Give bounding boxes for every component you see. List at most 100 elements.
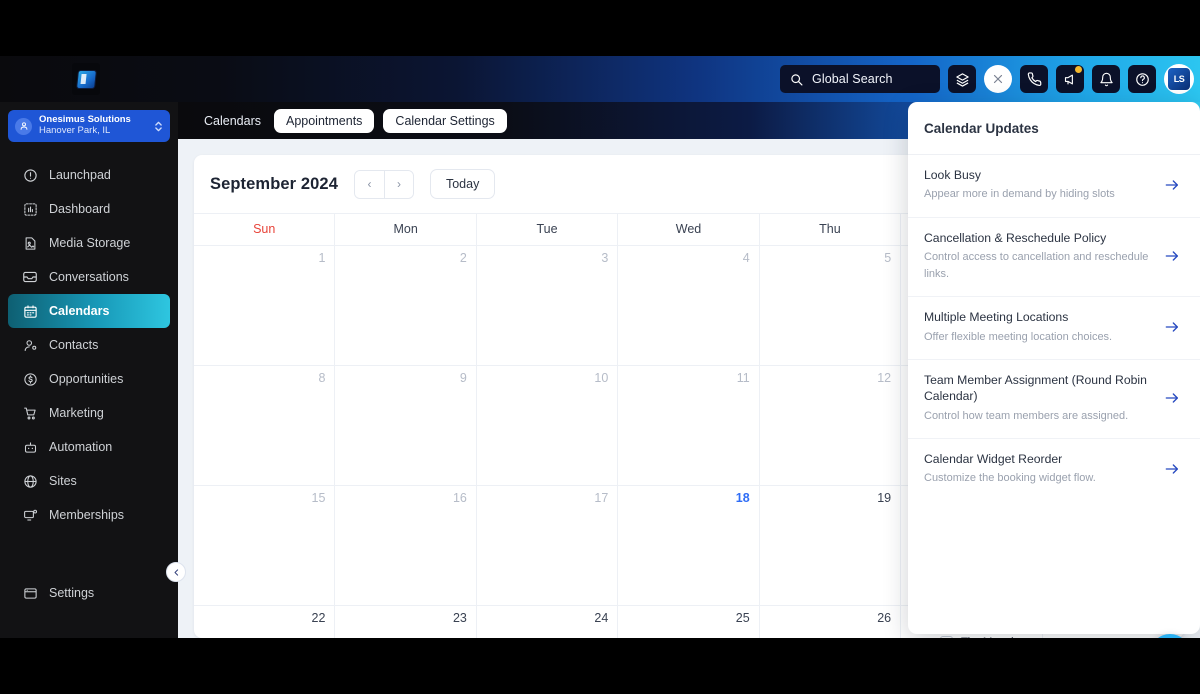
sidebar-item-label: Conversations xyxy=(49,270,129,284)
popup-list-item[interactable]: Multiple Meeting Locations Offer flexible… xyxy=(908,297,1200,360)
dow-wed: Wed xyxy=(618,214,760,245)
arrow-right-icon[interactable] xyxy=(1164,319,1186,335)
sidebar-item-contacts[interactable]: Contacts xyxy=(8,328,170,362)
calendar-day-number: 24 xyxy=(594,611,609,625)
search-icon xyxy=(790,73,803,86)
today-button[interactable]: Today xyxy=(429,169,496,199)
sidebar-item-media-storage[interactable]: Media Storage xyxy=(8,226,170,260)
calendar-day-number: 18 xyxy=(735,491,750,505)
calendar-day-cell[interactable]: 23 xyxy=(335,606,477,638)
chevron-left-icon xyxy=(172,568,181,577)
tab-calendar-settings[interactable]: Calendar Settings xyxy=(383,108,507,133)
calendar-day-number: 12 xyxy=(877,371,892,385)
calendar-day-number: 1 xyxy=(318,251,326,265)
calendar-day-cell[interactable]: 3 xyxy=(477,246,619,365)
next-month-button[interactable]: › xyxy=(383,170,413,198)
calendar-day-cell[interactable]: 2 xyxy=(335,246,477,365)
calendar-day-number: 10 xyxy=(594,371,609,385)
sidebar-item-launchpad[interactable]: Launchpad xyxy=(8,158,170,192)
month-nav-group: ‹ › xyxy=(353,169,414,199)
calendar-day-cell[interactable]: 5 xyxy=(760,246,902,365)
calendar-day-cell[interactable]: 10 xyxy=(477,366,619,485)
sidebar-item-label: Memberships xyxy=(49,508,125,522)
layers-icon[interactable] xyxy=(948,65,976,93)
arrow-right-icon[interactable] xyxy=(1164,248,1186,264)
sites-icon xyxy=(22,473,38,489)
calendar-day-cell[interactable]: 4 xyxy=(618,246,760,365)
global-search-input[interactable]: Global Search xyxy=(780,65,940,93)
popup-item-title: Multiple Meeting Locations xyxy=(924,310,1069,325)
calendar-day-cell[interactable]: 19 xyxy=(760,486,902,605)
calendar-day-cell[interactable]: 1 xyxy=(194,246,336,365)
popup-item-description: Control how team members are assigned. xyxy=(924,409,1129,422)
dow-sun: Sun xyxy=(194,214,336,245)
calendar-day-cell[interactable]: 24 xyxy=(477,606,619,638)
popup-item-list: Look Busy Appear more in demand by hiding… xyxy=(908,155,1200,500)
popup-item-text: Look Busy Appear more in demand by hiding… xyxy=(924,167,1154,204)
automation-icon xyxy=(22,439,38,455)
arrow-right-icon[interactable] xyxy=(1164,177,1186,193)
sidebar-settings-group: Settings xyxy=(0,576,178,610)
calendar-day-cell[interactable]: 22 xyxy=(194,606,336,638)
bell-icon[interactable] xyxy=(1092,65,1120,93)
sidebar-nav: Launchpad Dashboard Media Storage Conver… xyxy=(0,158,178,532)
sidebar-collapse-button[interactable] xyxy=(166,562,186,582)
popup-list-item[interactable]: Cancellation & Reschedule Policy Control … xyxy=(908,218,1200,298)
tab-calendars[interactable]: Calendars xyxy=(200,111,265,131)
sidebar-item-opportunities[interactable]: Opportunities xyxy=(8,362,170,396)
calendar-day-cell[interactable]: 18 xyxy=(618,486,760,605)
team-member-checkbox[interactable] xyxy=(940,636,953,638)
arrow-right-icon[interactable] xyxy=(1164,390,1186,406)
avatar[interactable]: LS xyxy=(1164,64,1194,94)
sidebar-item-label: Contacts xyxy=(49,338,99,352)
popup-list-item[interactable]: Team Member Assignment (Round Robin Cale… xyxy=(908,360,1200,439)
sidebar-item-memberships[interactable]: Memberships xyxy=(8,498,170,532)
phone-icon[interactable] xyxy=(1020,65,1048,93)
calendar-day-cell[interactable]: 25 xyxy=(618,606,760,638)
sidebar-item-marketing[interactable]: Marketing xyxy=(8,396,170,430)
calendar-day-cell[interactable]: 17 xyxy=(477,486,619,605)
sidebar-item-label: Opportunities xyxy=(49,372,124,386)
popup-header: Calendar Updates xyxy=(908,102,1200,155)
calendar-day-cell[interactable]: 11 xyxy=(618,366,760,485)
top-header-bar: Global Search LS xyxy=(0,56,1200,102)
sidebar-item-label: Launchpad xyxy=(49,168,111,182)
sidebar-item-sites[interactable]: Sites xyxy=(8,464,170,498)
popup-list-item[interactable]: Look Busy Appear more in demand by hiding… xyxy=(908,155,1200,218)
calendar-day-number: 9 xyxy=(459,371,467,385)
sidebar-item-label: Calendars xyxy=(49,304,110,318)
conversations-icon xyxy=(22,269,38,285)
calendar-day-cell[interactable]: 8 xyxy=(194,366,336,485)
announcement-icon[interactable] xyxy=(1056,65,1084,93)
app-logo[interactable] xyxy=(72,63,100,95)
memberships-icon xyxy=(22,507,38,523)
close-icon[interactable] xyxy=(984,65,1012,93)
help-icon[interactable] xyxy=(1128,65,1156,93)
sidebar-item-dashboard[interactable]: Dashboard xyxy=(8,192,170,226)
calendar-day-number: 15 xyxy=(311,491,326,505)
calendar-day-number: 8 xyxy=(318,371,326,385)
sidebar-item-conversations[interactable]: Conversations xyxy=(8,260,170,294)
calendar-day-cell[interactable]: 12 xyxy=(760,366,902,485)
arrow-right-icon[interactable] xyxy=(1164,461,1186,477)
workspace-user-icon xyxy=(15,117,32,135)
sidebar-item-settings[interactable]: Settings xyxy=(8,576,170,610)
team-member-row: Tim Mezeh xyxy=(940,636,1017,638)
calendar-day-cell[interactable]: 15 xyxy=(194,486,336,605)
page-title: September 2024 xyxy=(210,174,338,193)
calendars-icon xyxy=(22,303,38,319)
popup-list-item[interactable]: Calendar Widget Reorder Customize the boo… xyxy=(908,439,1200,501)
calendar-day-cell[interactable]: 9 xyxy=(335,366,477,485)
calendar-day-cell[interactable]: 16 xyxy=(335,486,477,605)
calendar-day-cell[interactable]: 26 xyxy=(760,606,902,638)
sidebar-item-automation[interactable]: Automation xyxy=(8,430,170,464)
workspace-switcher[interactable]: Onesimus Solutions Hanover Park, IL xyxy=(8,110,170,142)
prev-month-button[interactable]: ‹ xyxy=(354,170,384,198)
marketing-icon xyxy=(22,405,38,421)
popup-item-title: Calendar Widget Reorder xyxy=(924,451,1063,466)
popup-item-title: Look Busy xyxy=(924,168,981,182)
popup-item-title: Cancellation & Reschedule Policy xyxy=(924,230,1107,245)
calendar-day-number: 22 xyxy=(311,611,326,625)
sidebar-item-calendars[interactable]: Calendars xyxy=(8,294,170,328)
tab-appointments[interactable]: Appointments xyxy=(273,108,375,133)
